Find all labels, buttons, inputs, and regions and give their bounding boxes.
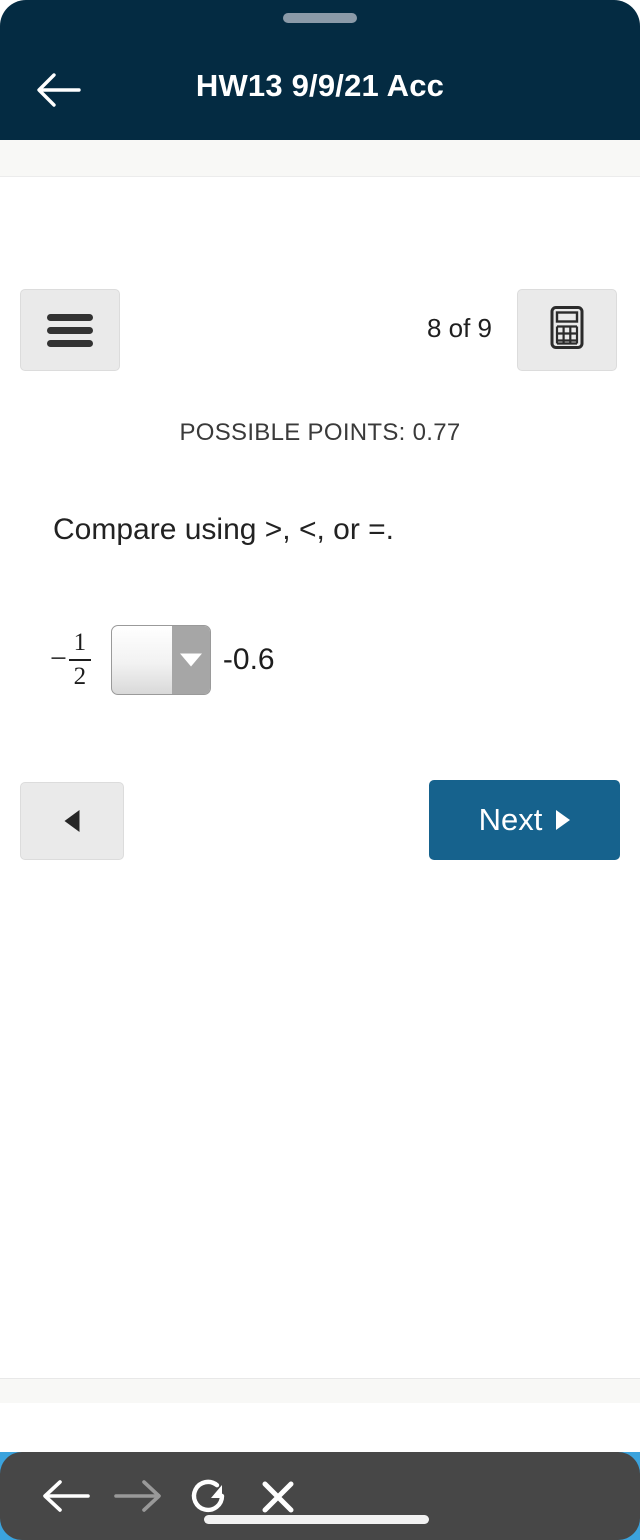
app-window: HW13 9/9/21 Acc 8 of 9 POSSIBLE POINTS: … xyxy=(0,0,640,1452)
next-button-label: Next xyxy=(478,802,543,837)
content-footer xyxy=(0,1378,640,1403)
browser-forward-button[interactable] xyxy=(110,1470,166,1522)
triangle-right-icon xyxy=(556,810,571,830)
hamburger-menu-button[interactable] xyxy=(20,289,120,371)
comparison-select[interactable] xyxy=(110,625,211,695)
fraction-denominator: 2 xyxy=(73,663,87,690)
fraction-numerator: 1 xyxy=(73,628,87,656)
header-subbar xyxy=(0,140,640,177)
question-counter: 8 of 9 xyxy=(426,313,492,343)
assignment-content: 8 of 9 POSSIBLE POINTS: 0.77 Compare usi… xyxy=(0,177,640,1378)
minus-sign: − xyxy=(50,642,67,675)
fraction-bar xyxy=(68,659,91,661)
app-header: HW13 9/9/21 Acc xyxy=(0,0,640,140)
browser-bottom-bar xyxy=(0,1452,640,1540)
fraction-one-half: 1 2 xyxy=(68,628,91,691)
calculator-icon xyxy=(550,306,584,355)
next-question-button[interactable]: Next xyxy=(429,780,620,860)
hamburger-menu-icon xyxy=(47,314,93,347)
comparison-expression: − 1 2 -0.6 xyxy=(50,617,275,703)
possible-points: POSSIBLE POINTS: 0.77 xyxy=(179,419,461,446)
drag-handle[interactable] xyxy=(283,13,357,23)
page-title: HW13 9/9/21 Acc xyxy=(195,68,445,103)
question-prompt: Compare using >, <, or =. xyxy=(53,513,395,546)
previous-question-button[interactable] xyxy=(20,782,124,860)
browser-back-button[interactable] xyxy=(38,1470,94,1522)
chevron-down-icon xyxy=(171,626,210,694)
question-toolbar: 8 of 9 xyxy=(0,289,640,371)
home-indicator[interactable] xyxy=(204,1515,429,1524)
right-operand: -0.6 xyxy=(222,643,275,676)
calculator-button[interactable] xyxy=(517,289,617,371)
